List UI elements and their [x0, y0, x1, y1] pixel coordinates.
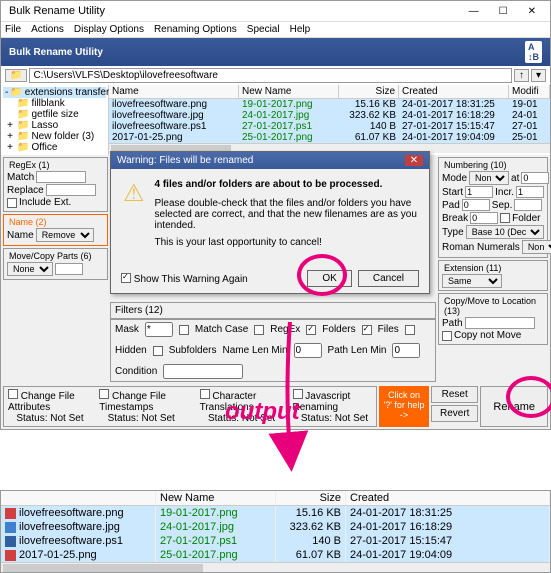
tree-item[interactable]: 📁getfile size: [3, 109, 106, 120]
window-controls: — ☐ ✕: [463, 6, 542, 17]
options-panels: RegEx (1) Match Replace Include Ext. Nam…: [1, 155, 550, 384]
tree-item[interactable]: -📁extensions transfer: [3, 87, 106, 98]
file-list-header: Name New Name Size Created Modifi: [109, 85, 550, 99]
help-hint[interactable]: Click on '?' for help ->: [379, 386, 429, 427]
special-panel: Change File Attributes Status: Not Set C…: [3, 386, 377, 427]
mask-input[interactable]: [145, 322, 173, 337]
col-name[interactable]: Name: [109, 85, 239, 98]
output-row[interactable]: ilovefreesoftware.png19-01-2017.png15.16…: [1, 506, 550, 520]
filters-content: Mask Match Case RegEx Folders Files Hidd…: [110, 319, 436, 382]
file-row[interactable]: ilovefreesoftware.png19-01-2017.png15.16…: [109, 99, 550, 110]
col-created[interactable]: Created: [399, 85, 509, 98]
hidden-checkbox[interactable]: [405, 325, 415, 335]
dialog-titlebar: Warning: Files will be renamed ✕: [111, 152, 429, 169]
matchcase-checkbox[interactable]: [179, 325, 189, 335]
include-ext-checkbox[interactable]: [7, 198, 17, 208]
output-row[interactable]: ilovefreesoftware.ps127-01-2017.ps1140 B…: [1, 534, 550, 548]
window-title: Bulk Rename Utility: [9, 5, 105, 17]
name-panel: Name (2) NameRemove: [3, 214, 108, 246]
warning-icon: ⚠: [123, 179, 145, 254]
col-new[interactable]: New Name: [239, 85, 339, 98]
file-row[interactable]: ilovefreesoftware.jpg24-01-2017.jpg323.6…: [109, 110, 550, 121]
menu-help[interactable]: Help: [290, 24, 311, 35]
location-panel: Copy/Move to Location (13) Path Copy not…: [438, 293, 548, 345]
numbering-mode-select[interactable]: None: [469, 171, 509, 185]
dialog-ok-button[interactable]: OK: [307, 270, 351, 287]
tree-item[interactable]: +📁Lasso: [3, 120, 106, 131]
tree-item[interactable]: +📁New folder (3): [3, 131, 106, 142]
col-modif[interactable]: Modifi: [509, 85, 550, 98]
dialog-line2: This is your last opportunity to cancel!: [155, 237, 417, 248]
menu-renaming[interactable]: Renaming Options: [154, 24, 237, 35]
numbering-panel: Numbering (10) ModeNoneat StartIncr. Pad…: [438, 157, 548, 258]
warning-dialog: Warning: Files will be renamed ✕ ⚠ 4 fil…: [110, 151, 430, 294]
dialog-cancel-button[interactable]: Cancel: [358, 270, 419, 287]
tree-item[interactable]: 📁fillblank: [3, 98, 106, 109]
output-row[interactable]: ilovefreesoftware.jpg24-01-2017.jpg323.6…: [1, 520, 550, 534]
file-row[interactable]: ilovefreesoftware.ps127-01-2017.ps1140 B…: [109, 121, 550, 132]
arrow-annotation: [280, 322, 320, 465]
maximize-button[interactable]: ☐: [493, 6, 514, 17]
dropdown-button[interactable]: ▾: [531, 69, 546, 82]
path-bar: 📁 ↑ ▾: [1, 66, 550, 85]
output-row[interactable]: 2017-01-25.png25-01-2017.png61.07 KB24-0…: [1, 548, 550, 562]
tree-item[interactable]: +📁Office: [3, 142, 106, 153]
reset-button[interactable]: Reset: [431, 386, 478, 403]
show-warning-checkbox[interactable]: [121, 273, 131, 283]
subfolders-checkbox[interactable]: [153, 346, 163, 356]
filters-panel: Filters (12): [110, 302, 436, 319]
titlebar: Bulk Rename Utility — ☐ ✕: [1, 1, 550, 22]
revert-button[interactable]: Revert: [431, 405, 478, 422]
app-title-bar: Bulk Rename Utility A↕B: [1, 38, 550, 66]
folder-tree[interactable]: -📁extensions transfer 📁fillblank 📁getfil…: [1, 85, 109, 155]
extension-select[interactable]: Same: [442, 274, 502, 288]
output-table-header: New Name Size Created: [1, 491, 550, 506]
menu-display[interactable]: Display Options: [74, 24, 144, 35]
dialog-close-button[interactable]: ✕: [405, 155, 423, 166]
menu-actions[interactable]: Actions: [31, 24, 64, 35]
path-input[interactable]: [29, 68, 512, 83]
movecopy-select[interactable]: None: [7, 262, 53, 276]
close-button[interactable]: ✕: [522, 6, 542, 17]
regex-replace-input[interactable]: [46, 184, 96, 196]
dialog-main-text: 4 files and/or folders are about to be p…: [155, 179, 417, 190]
regex-panel: RegEx (1) Match Replace Include Ext.: [3, 157, 108, 212]
col-size[interactable]: Size: [339, 85, 399, 98]
folder-icon[interactable]: 📁: [5, 69, 27, 82]
file-list: Name New Name Size Created Modifi ilovef…: [109, 85, 550, 155]
app-title: Bulk Rename Utility: [9, 47, 103, 58]
menubar: File Actions Display Options Renaming Op…: [1, 22, 550, 38]
menu-special[interactable]: Special: [247, 24, 280, 35]
menu-file[interactable]: File: [5, 24, 21, 35]
dialog-line1: Please double-check that the files and/o…: [155, 198, 417, 231]
files-checkbox[interactable]: [362, 325, 372, 335]
ab-icon[interactable]: A↕B: [525, 41, 542, 63]
output-scrollbar[interactable]: [1, 562, 550, 572]
regex-match-input[interactable]: [36, 171, 86, 183]
file-row[interactable]: 2017-01-25.png25-01-2017.png61.07 KB24-0…: [109, 132, 550, 143]
rename-button[interactable]: Rename: [480, 386, 548, 427]
main-area: -📁extensions transfer 📁fillblank 📁getfil…: [1, 85, 550, 155]
movecopy-panel: Move/Copy Parts (6) None: [3, 248, 108, 280]
main-window: Bulk Rename Utility — ☐ ✕ File Actions D…: [0, 0, 551, 430]
name-mode-select[interactable]: Remove: [36, 228, 94, 242]
minimize-button[interactable]: —: [463, 6, 485, 17]
regex-checkbox[interactable]: [254, 325, 264, 335]
extension-panel: Extension (11) Same: [438, 260, 548, 291]
output-table: New Name Size Created ilovefreesoftware.…: [0, 490, 551, 573]
up-button[interactable]: ↑: [514, 69, 529, 82]
